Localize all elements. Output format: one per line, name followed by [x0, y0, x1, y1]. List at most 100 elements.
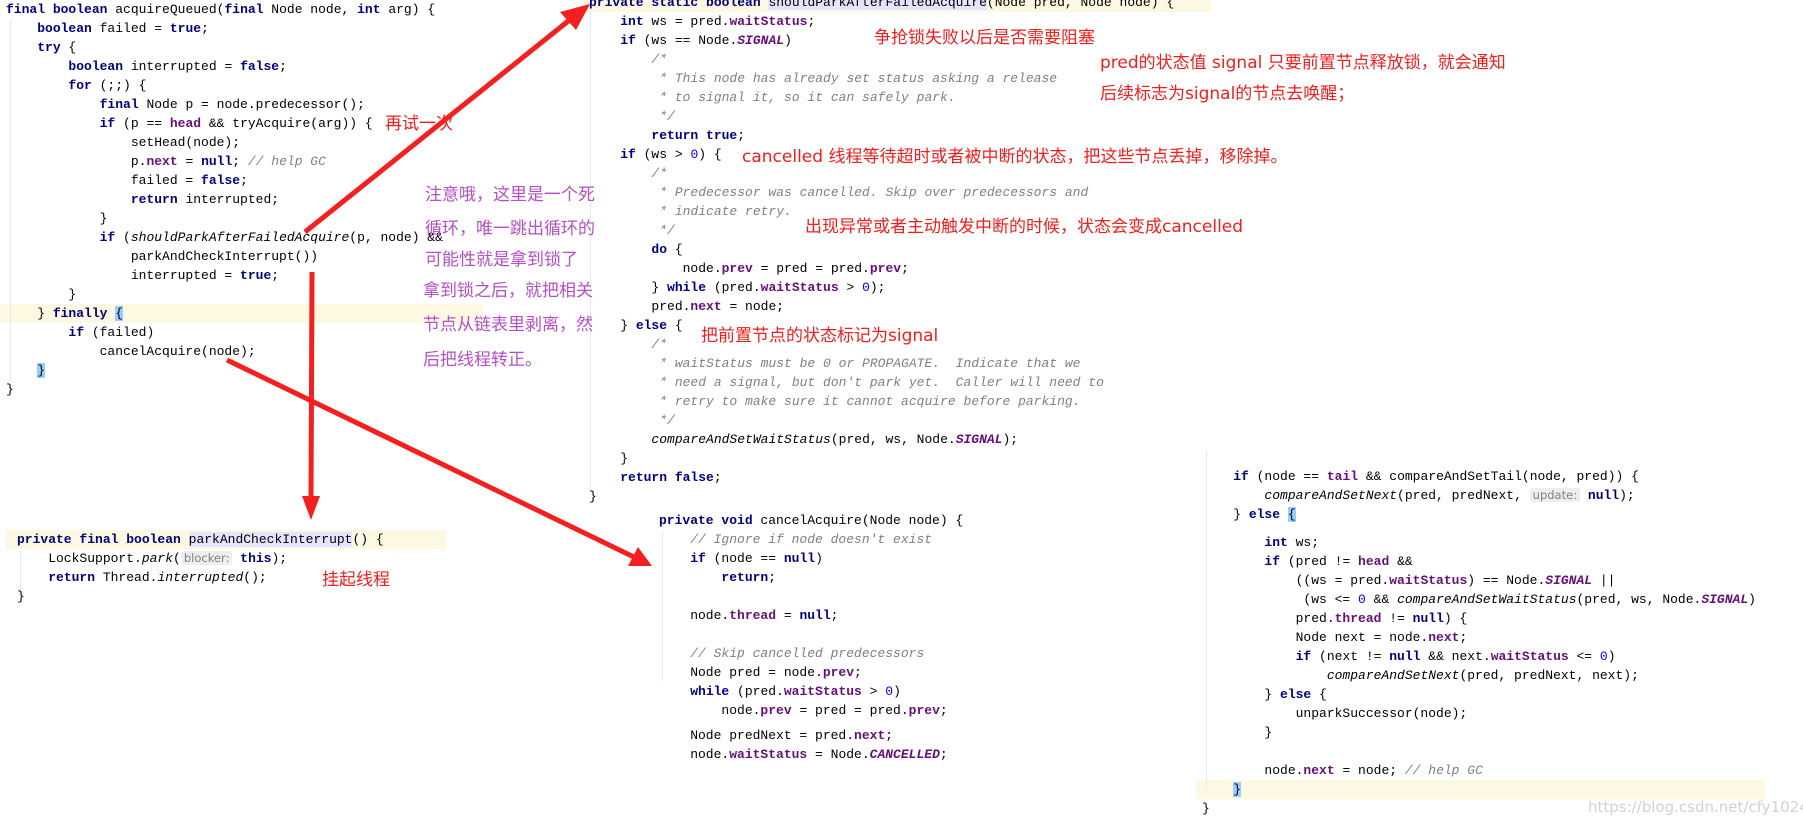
code-line: compareAndSetNext(pred, predNext, next); [1202, 666, 1756, 685]
code-token: interrupted = [6, 268, 241, 283]
code-token: if [690, 551, 706, 566]
code-token: = pred = pred. [791, 703, 909, 718]
code-line: parkAndCheckInterrupt()) [6, 247, 443, 266]
code-token: /* [589, 52, 668, 67]
code-token: else [1248, 507, 1281, 522]
code-token: { [1287, 507, 1296, 522]
code-line: } [1202, 723, 1756, 742]
code-token: acquireQueued( [107, 2, 225, 17]
code-token: ; [271, 268, 280, 283]
code-token: = node; [721, 299, 785, 314]
code-token: node. [659, 747, 730, 762]
code-token: ; [232, 154, 248, 169]
code-token: } [6, 287, 77, 302]
code-token: * This node has already set status askin… [589, 71, 1058, 86]
code-token: SIGNAL [737, 33, 785, 48]
code-line: } else { [1202, 685, 1756, 704]
code-token: next [146, 154, 178, 169]
arrowhead-icon [628, 547, 652, 566]
code-token: ; [939, 703, 948, 718]
code-line: pred.thread != null) { [1202, 609, 1756, 628]
code-token: ); [1002, 432, 1019, 447]
code-token: 0 [862, 280, 870, 295]
code-token: next [1303, 763, 1335, 778]
code-token: 0 [885, 684, 894, 699]
code-token: * Predecessor was cancelled. Skip over p… [589, 185, 1089, 200]
code-token: * waitStatus must be 0 or PROPAGATE. Ind… [589, 356, 1081, 371]
code-token: next [690, 299, 722, 314]
code-line: * to signal it, so it can safely park. [589, 88, 1174, 107]
code-token: pred. [1202, 611, 1335, 626]
code-token: } [1202, 507, 1249, 522]
code-token: Node predNext = pred. [659, 728, 855, 743]
annotation-loop-note-4: 拿到锁之后，就把相关 [423, 281, 593, 301]
code-line: node.waitStatus = Node.CANCELLED; [659, 745, 963, 764]
code-acquire-queued: final boolean acquireQueued(final Node n… [6, 0, 443, 399]
code-token: SIGNAL [1701, 592, 1749, 607]
code-token: waitStatus [1490, 649, 1569, 664]
code-token: cancelAcquire(node); [6, 344, 256, 359]
code-line: */ [589, 411, 1174, 430]
code-token: { [667, 318, 683, 333]
code-token: prev [721, 261, 753, 276]
code-line: setHead(node); [6, 133, 443, 152]
code-token: head [169, 116, 202, 131]
code-token: thread [1334, 611, 1382, 626]
code-token: interrupted; [177, 192, 280, 207]
code-token: (pred, ws, Node. [1576, 592, 1702, 607]
code-token: ) [893, 684, 901, 699]
parameter-hint: blocker: [180, 551, 233, 565]
code-token: // Ignore if node doesn't exist [659, 532, 933, 547]
code-token: } [17, 589, 25, 604]
code-token: null [1412, 611, 1444, 626]
code-token: unparkSuccessor(node); [1202, 706, 1468, 721]
code-line: interrupted = true; [6, 266, 443, 285]
code-token: finally [52, 306, 108, 321]
code-cancel-acquire: private void cancelAcquire(Node node) { … [659, 511, 963, 764]
code-token: (pred. [729, 684, 784, 699]
code-park-and-check-interrupt: private final boolean parkAndCheckInterr… [17, 530, 384, 606]
code-token: return [721, 570, 769, 585]
code-token: > [838, 280, 863, 295]
code-line: cancelAcquire(node); [6, 342, 443, 361]
code-token: { [60, 40, 77, 55]
code-token: compareAndSetNext [1326, 668, 1460, 683]
code-token: parkAndCheckInterrupt()) [6, 249, 319, 264]
code-token: ) { [1443, 611, 1468, 626]
code-token: && next. [1420, 649, 1491, 664]
code-token: () { [352, 532, 384, 547]
code-line: node.next = node; // help GC [1202, 761, 1756, 780]
code-line: failed = false; [6, 171, 443, 190]
code-token: ws = pred. [643, 14, 730, 29]
code-token: { [1311, 687, 1327, 702]
code-token: && [1365, 592, 1398, 607]
code-line: Node next = node.next; [1202, 628, 1756, 647]
code-line: if (shouldParkAfterFailedAcquire(p, node… [6, 228, 443, 247]
code-token: waitStatus [729, 14, 808, 29]
code-line: private static boolean shouldParkAfterFa… [589, 0, 1174, 12]
code-token: (node == [1248, 469, 1327, 484]
code-token: tail [1326, 469, 1359, 484]
code-token: final [6, 2, 46, 17]
code-token: prev [869, 261, 902, 276]
code-token: ; [854, 665, 862, 680]
code-token: int [357, 2, 381, 17]
code-line: compareAndSetNext(pred, predNext, update… [1202, 486, 1756, 505]
arrowhead-icon [302, 496, 320, 520]
code-token: ws; [1287, 535, 1320, 550]
code-token: } [1202, 801, 1210, 816]
code-token: if [68, 325, 85, 340]
code-token: // help GC [1404, 763, 1483, 778]
code-token: node. [659, 608, 730, 623]
code-token: if [620, 147, 636, 162]
code-token: if [99, 116, 116, 131]
code-token: (p == [115, 116, 170, 131]
annotation-retry: 再试一次 [385, 114, 453, 134]
